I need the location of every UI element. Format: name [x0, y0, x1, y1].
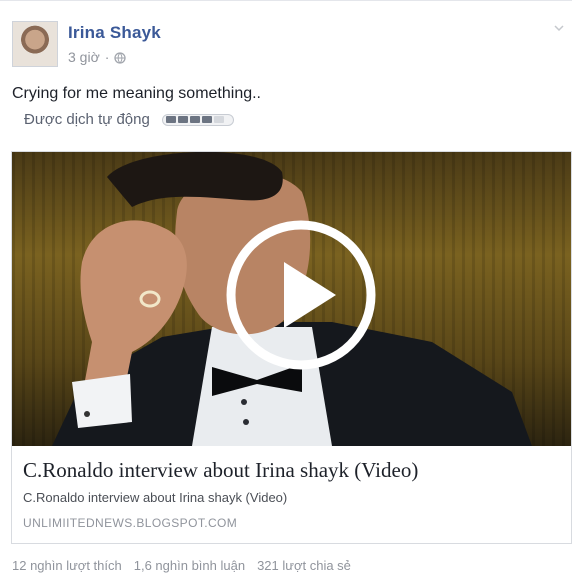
link-domain: UNLIMIITEDNEWS.BLOGSPOT.COM [23, 516, 238, 530]
meta-separator: · [104, 49, 110, 65]
avatar[interactable] [12, 21, 58, 67]
play-icon[interactable] [226, 220, 376, 370]
link-card[interactable]: C.Ronaldo interview about Irina shayk (V… [11, 151, 572, 544]
likes-count[interactable]: 12 nghìn lượt thích [12, 558, 122, 573]
video-thumbnail[interactable] [12, 152, 571, 446]
auto-translated-label[interactable]: Được dịch tự động [24, 111, 150, 128]
rating-segment [177, 116, 188, 123]
translation-row: Được dịch tự động [24, 111, 234, 128]
post-text: Crying for me meaning something.. [12, 85, 261, 102]
translation-rating[interactable] [161, 113, 234, 126]
engagement-stats: 12 nghìn lượt thích 1,6 nghìn bình luận … [12, 558, 351, 573]
rating-segment [189, 116, 200, 123]
timestamp[interactable]: 3 giờ [68, 49, 100, 65]
rating-segment [165, 116, 176, 123]
link-card-text: C.Ronaldo interview about Irina shayk (V… [12, 446, 571, 543]
rating-segment [213, 116, 224, 123]
globe-icon[interactable] [114, 51, 127, 64]
facebook-post: Irina Shayk 3 giờ · Crying for me meanin… [0, 0, 572, 579]
shares-count[interactable]: 321 lượt chia sẻ [257, 558, 351, 573]
link-title[interactable]: C.Ronaldo interview about Irina shayk (V… [23, 458, 418, 483]
link-description: C.Ronaldo interview about Irina shayk (V… [23, 490, 288, 505]
comments-count[interactable]: 1,6 nghìn bình luận [134, 558, 245, 573]
chevron-down-icon[interactable] [552, 21, 566, 35]
author-name[interactable]: Irina Shayk [68, 23, 161, 43]
rating-segment [201, 116, 212, 123]
post-meta: 3 giờ · [68, 49, 127, 65]
